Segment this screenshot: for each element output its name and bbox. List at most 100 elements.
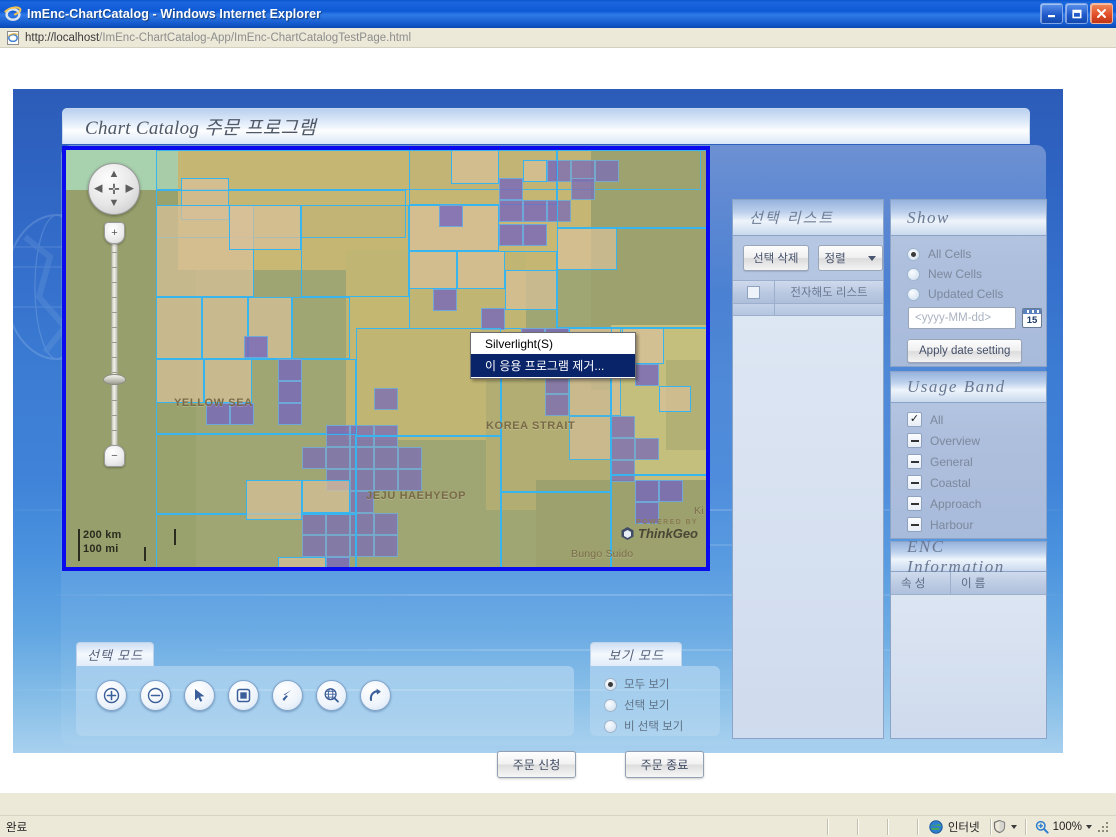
selection-list-grid-body[interactable] [733, 316, 883, 738]
resize-grip[interactable] [1096, 820, 1110, 834]
silverlight-context-menu[interactable]: Silverlight(S) 이 응용 프로그램 제거... [470, 332, 636, 379]
security-dropdown-icon[interactable] [1010, 824, 1017, 829]
usage-band-item-approach[interactable]: Approach [907, 496, 1046, 511]
usage-band-label: Approach [930, 496, 982, 511]
context-menu-item-remove-app[interactable]: 이 응용 프로그램 제거... [471, 354, 635, 377]
zoom-in-button[interactable]: + [104, 222, 125, 244]
view-mode-option-selected[interactable]: 선택 보기 [604, 697, 720, 713]
checkbox-indeterminate-icon[interactable] [907, 433, 922, 448]
checkbox-indeterminate-icon[interactable] [907, 454, 922, 469]
show-option-label: All Cells [928, 247, 972, 261]
view-mode-label: 보기 모드 [607, 648, 665, 663]
app-header: Chart Catalog 주문 프로그램 [62, 108, 1030, 144]
map-zoom-slider[interactable]: + − [103, 222, 126, 467]
sort-combo[interactable]: 정렬 [817, 245, 883, 271]
radio-icon[interactable] [907, 287, 920, 301]
column-header-chart-list: 전자해도 리스트 [790, 287, 868, 299]
radio-icon[interactable] [604, 719, 617, 733]
apply-date-setting-button[interactable]: Apply date setting [907, 339, 1023, 363]
pan-right-icon[interactable]: ▶ [126, 183, 134, 195]
window-titlebar: ImEnc-ChartCatalog - Windows Internet Ex… [0, 0, 1116, 28]
url-path: /ImEnc-ChartCatalog-App/ImEnc-ChartCatal… [99, 31, 412, 44]
usage-band-item-general[interactable]: General [907, 454, 1046, 469]
enc-grid-body[interactable] [891, 595, 1046, 738]
security-icon[interactable] [992, 819, 1007, 834]
selection-list-panel: 선택 리스트 선택 삭제 정렬 전자해도 리스트 [732, 199, 884, 739]
close-order-button[interactable]: 주문 종료 [625, 751, 704, 778]
address-bar[interactable]: http://localhost/ImEnc-ChartCatalog-App/… [0, 28, 1116, 48]
rectangle-select-icon[interactable] [228, 680, 259, 711]
show-option-all-cells[interactable]: All Cells [907, 247, 1046, 261]
calendar-day: 15 [1026, 315, 1038, 326]
delete-selection-button[interactable]: 선택 삭제 [743, 245, 809, 271]
page-icon [5, 30, 21, 46]
usage-band-header: Usage Band [891, 372, 1046, 403]
zoom-slider-thumb[interactable] [103, 374, 126, 385]
zoom-out-button[interactable]: − [104, 445, 125, 467]
submit-order-button[interactable]: 주문 신청 [497, 751, 576, 778]
show-option-updated-cells[interactable]: Updated Cells [907, 287, 1046, 301]
usage-band-panel: Usage Band ✓ All Overview General Coasta [890, 371, 1047, 539]
select-all-checkbox[interactable] [747, 285, 760, 299]
lasso-select-icon[interactable] [272, 680, 303, 711]
pointer-icon[interactable] [184, 680, 215, 711]
pan-center-icon[interactable]: ✛ [108, 182, 120, 196]
address-url: http://localhost/ImEnc-ChartCatalog-App/… [25, 32, 411, 44]
zoom-level-label: 100% [1052, 820, 1082, 833]
restore-button[interactable] [1065, 3, 1088, 24]
radio-icon[interactable] [604, 677, 617, 691]
map-scale-bar: 200 km 100 mi [78, 529, 176, 561]
checkbox-checked-icon[interactable]: ✓ [907, 412, 922, 427]
security-zone[interactable]: 인터넷 [919, 819, 990, 835]
view-mode-option-unselected[interactable]: 비 선택 보기 [604, 718, 720, 734]
column-header-name: 이 름 [961, 578, 986, 590]
usage-band-item-overview[interactable]: Overview [907, 433, 1046, 448]
pan-left-icon[interactable]: ◀ [94, 183, 102, 195]
map-pan-control[interactable]: ▲ ▼ ◀ ▶ ✛ [88, 163, 140, 215]
pan-up-icon[interactable]: ▲ [109, 169, 120, 180]
checkbox-indeterminate-icon[interactable] [907, 475, 922, 490]
select-all-checkbox-cell[interactable] [733, 281, 775, 303]
enc-information-panel: ENC Information 속 성 이 름 [890, 537, 1047, 739]
thinkgeo-brand: ThinkGeo [638, 526, 698, 541]
usage-band-label: Coastal [930, 475, 971, 490]
selection-list-header: 선택 리스트 [733, 200, 883, 236]
column-header-attribute: 속 성 [891, 572, 951, 594]
checkbox-indeterminate-icon[interactable] [907, 496, 922, 511]
pan-down-icon[interactable]: ▼ [109, 198, 120, 209]
enc-information-header: ENC Information [891, 537, 1046, 576]
radio-icon[interactable] [604, 698, 617, 712]
show-option-new-cells[interactable]: New Cells [907, 267, 1046, 281]
usage-band-item-coastal[interactable]: Coastal [907, 475, 1046, 490]
minimize-button[interactable] [1040, 3, 1063, 24]
page-title: Chart Catalog 주문 프로그램 [85, 118, 317, 139]
usage-band-title: Usage Band [907, 377, 1006, 396]
zoom-in-icon[interactable] [96, 680, 127, 711]
usage-band-item-harbour[interactable]: Harbour [907, 517, 1046, 532]
usage-band-label: General [930, 454, 973, 469]
zoom-icon[interactable] [1035, 820, 1049, 834]
calendar-icon[interactable]: 15 [1022, 308, 1042, 328]
close-button[interactable] [1090, 3, 1113, 24]
redo-icon[interactable] [360, 680, 391, 711]
view-mode-option-label: 선택 보기 [624, 700, 670, 712]
date-input[interactable]: <yyyy-MM-dd> [908, 307, 1016, 329]
zoom-out-icon[interactable] [140, 680, 171, 711]
select-mode-label: 선택 모드 [87, 648, 144, 663]
zoom-dropdown-icon[interactable] [1086, 824, 1092, 829]
view-mode-option-label: 모두 보기 [624, 679, 670, 691]
chevron-down-icon[interactable] [868, 255, 876, 261]
globe-search-icon[interactable] [316, 680, 347, 711]
select-mode-caption: 선택 모드 [76, 642, 155, 666]
radio-icon[interactable] [907, 247, 920, 261]
map-label: Bungo Suido [571, 548, 634, 560]
status-text: 완료 [6, 821, 28, 834]
usage-band-item-all[interactable]: ✓ All [907, 412, 1046, 427]
selection-list-grid-header: 전자해도 리스트 [733, 280, 883, 304]
map-label: Ki [694, 505, 704, 517]
checkbox-indeterminate-icon[interactable] [907, 517, 922, 532]
radio-icon[interactable] [907, 267, 920, 281]
show-panel-title: Show [907, 207, 950, 227]
view-mode-option-all[interactable]: 모두 보기 [604, 676, 720, 692]
context-menu-item-silverlight[interactable]: Silverlight(S) [471, 334, 635, 354]
